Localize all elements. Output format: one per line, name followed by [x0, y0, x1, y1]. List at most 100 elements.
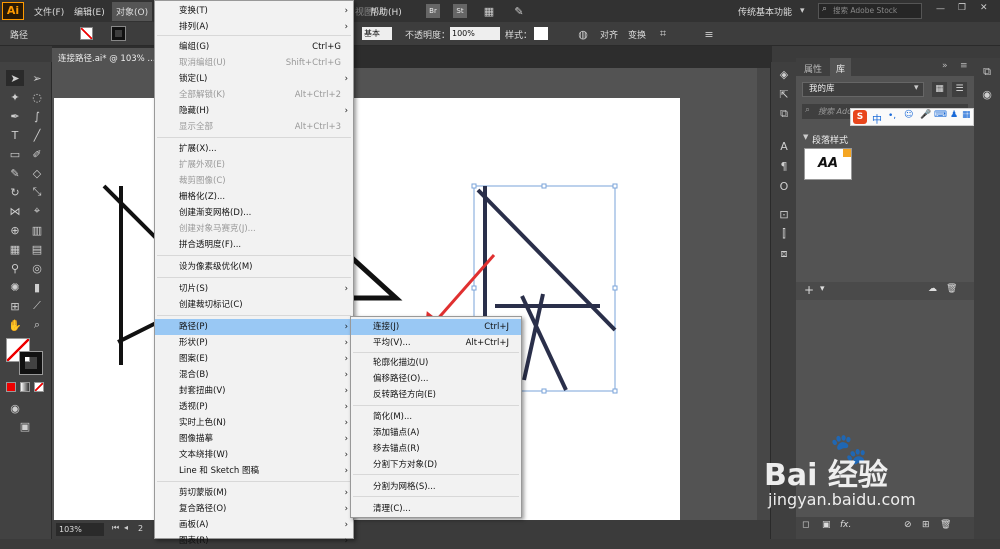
menu-item-label: 连接(J): [373, 322, 400, 332]
object-menu-item[interactable]: 扩展(X)...: [155, 141, 353, 157]
submenu-arrow-icon: ›: [344, 434, 348, 444]
object-menu-item[interactable]: 设为像素级优化(M): [155, 259, 353, 275]
library-select[interactable]: 我的库: [802, 82, 924, 97]
submenu-arrow-icon: ›: [344, 6, 348, 16]
watermark-url: jingyan.baidu.com: [768, 490, 916, 509]
object-menu-item[interactable]: 创建渐变网格(D)...: [155, 205, 353, 221]
object-menu-item[interactable]: 复合路径(O) ›: [155, 501, 353, 517]
object-menu-item[interactable]: 透视(P) ›: [155, 399, 353, 415]
prev-artboard-icon[interactable]: ◂: [124, 523, 128, 532]
delete-icon[interactable]: 🗑: [946, 284, 957, 294]
path-submenu-item[interactable]: 反转路径方向(E): [351, 387, 521, 403]
ime-punct-icon[interactable]: •,: [888, 111, 896, 121]
sogou-logo[interactable]: S: [853, 110, 867, 124]
section-title: 段落样式: [812, 136, 849, 146]
path-submenu-item[interactable]: 偏移路径(O)...: [351, 371, 521, 387]
ime-voice-icon[interactable]: 🎤: [920, 110, 931, 120]
path-submenu-item[interactable]: 简化(M)...: [351, 409, 521, 425]
artboards-icon[interactable]: ⧉: [775, 106, 793, 122]
object-menu-item[interactable]: 切片(S) ›: [155, 281, 353, 297]
menu-item-label: 轮廓化描边(U): [373, 358, 429, 368]
opentype-icon[interactable]: O: [775, 178, 793, 194]
menu-item-label: 显示全部: [179, 122, 214, 132]
menu-item-label: 图表(R): [179, 536, 209, 546]
object-menu-item[interactable]: 隐藏(H) ›: [155, 103, 353, 119]
object-menu-item[interactable]: 图表(R) ›: [155, 533, 353, 549]
menu-item-label: 反转路径方向(E): [373, 390, 437, 400]
object-menu-item[interactable]: 取消编组(U) Shift+Ctrl+G: [155, 55, 353, 71]
menu-item-label: 全部解锁(K): [179, 90, 226, 100]
path-submenu-item[interactable]: 连接(J) Ctrl+J: [351, 319, 521, 335]
panel-menu-icon[interactable]: ≡: [960, 61, 968, 71]
libraries-panel-icon[interactable]: ◉: [978, 86, 996, 102]
object-menu-item[interactable]: 锁定(L) ›: [155, 71, 353, 87]
path-submenu-item[interactable]: 轮廓化描边(U): [351, 355, 521, 371]
artboard-number[interactable]: 2: [138, 524, 143, 533]
ime-keyboard-icon[interactable]: ⌨: [934, 110, 947, 120]
menu-separator: [157, 35, 351, 36]
first-artboard-icon[interactable]: ⏮: [112, 523, 119, 533]
submenu-arrow-icon: ›: [344, 488, 348, 498]
object-menu-item[interactable]: 栅格化(Z)...: [155, 189, 353, 205]
object-menu-item[interactable]: 混合(B) ›: [155, 367, 353, 383]
path-submenu-item[interactable]: 添加锚点(A): [351, 425, 521, 441]
object-menu-item[interactable]: 图像描摹 ›: [155, 431, 353, 447]
submenu-arrow-icon: ›: [344, 520, 348, 530]
object-menu-item[interactable]: 拼合透明度(F)...: [155, 237, 353, 253]
path-submenu-item[interactable]: 移去锚点(R): [351, 441, 521, 457]
object-menu-item[interactable]: 实时上色(N) ›: [155, 415, 353, 431]
object-menu-item[interactable]: 显示全部 Alt+Ctrl+3: [155, 119, 353, 135]
object-menu-item[interactable]: 封套扭曲(V) ›: [155, 383, 353, 399]
object-menu-item[interactable]: 全部解锁(K) Alt+Ctrl+2: [155, 87, 353, 103]
path-submenu-item[interactable]: 平均(V)... Alt+Ctrl+J: [351, 335, 521, 351]
menu-item-label: 简化(M)...: [373, 412, 413, 422]
path-submenu-item[interactable]: 清理(C)...: [351, 501, 521, 517]
section-collapse-icon[interactable]: ▼: [803, 133, 808, 141]
path-submenu-item[interactable]: 分割为网格(S)...: [351, 479, 521, 495]
pathfinder-icon[interactable]: ⧈: [775, 246, 793, 262]
object-menu: 变换(T) › 排列(A) › 编组(G) Ctrl+G 取消编组(U) Shift+Ctrl…: [154, 0, 354, 546]
export-icon[interactable]: ⇱: [775, 86, 793, 102]
object-menu-item[interactable]: 形状(P) ›: [155, 335, 353, 351]
object-menu-item[interactable]: 排列(A) ›: [155, 19, 353, 35]
panel-collapse-icon[interactable]: »: [942, 61, 948, 71]
cloud-sync-icon[interactable]: ☁: [928, 284, 937, 294]
list-view-icon[interactable]: ☰: [952, 82, 967, 97]
menu-item-label: 拼合透明度(F)...: [179, 240, 242, 250]
object-menu-item[interactable]: Line 和 Sketch 图稿 ›: [155, 463, 353, 479]
object-menu-item[interactable]: 文本绕排(W) ›: [155, 447, 353, 463]
footer-menu-icon[interactable]: ▾: [820, 284, 825, 294]
object-menu-item[interactable]: 扩展外观(E): [155, 157, 353, 173]
grid-view-icon[interactable]: ▦: [932, 82, 947, 97]
object-menu-item[interactable]: 创建裁切标记(C): [155, 297, 353, 313]
align-panel-icon[interactable]: ⫿: [775, 226, 793, 242]
tab-properties[interactable]: 属性: [804, 62, 822, 75]
zoom-level-select[interactable]: 103%: [56, 523, 104, 536]
object-menu-item[interactable]: 画板(A) ›: [155, 517, 353, 533]
transform-panel-icon[interactable]: ⊡: [775, 206, 793, 222]
tab-libraries[interactable]: 库: [830, 58, 852, 76]
menu-separator: [353, 474, 519, 475]
object-menu-item[interactable]: 路径(P) ›: [155, 319, 353, 335]
properties-panel-icon[interactable]: ⧉: [978, 64, 996, 80]
path-submenu-item[interactable]: 分割下方对象(D): [351, 457, 521, 473]
ime-tools-icon[interactable]: ▦: [962, 110, 971, 120]
library-dropdown-icon: ▾: [914, 83, 919, 93]
ime-skin-icon[interactable]: ♟: [950, 110, 958, 120]
ime-language-toggle[interactable]: 中: [872, 111, 882, 126]
object-menu-item[interactable]: 变换(T) ›: [155, 3, 353, 19]
object-menu-item[interactable]: 创建对象马赛克(J)...: [155, 221, 353, 237]
menu-item-label: 混合(B): [179, 370, 209, 380]
paragraph-icon[interactable]: ¶: [775, 158, 793, 174]
menu-item-label: 移去锚点(R): [373, 444, 420, 454]
layers-icon[interactable]: ◈: [775, 66, 793, 82]
object-menu-item[interactable]: 图案(E) ›: [155, 351, 353, 367]
object-menu-item[interactable]: 编组(G) Ctrl+G: [155, 39, 353, 55]
menu-separator: [353, 405, 519, 406]
object-menu-item[interactable]: 裁剪图像(C): [155, 173, 353, 189]
ime-emoji-icon[interactable]: ☺: [904, 110, 913, 120]
watermark-brand: Bai 经验: [764, 458, 888, 493]
object-menu-item[interactable]: 剪切蒙版(M) ›: [155, 485, 353, 501]
add-content-icon[interactable]: +: [804, 283, 814, 297]
character-icon[interactable]: A: [775, 138, 793, 154]
